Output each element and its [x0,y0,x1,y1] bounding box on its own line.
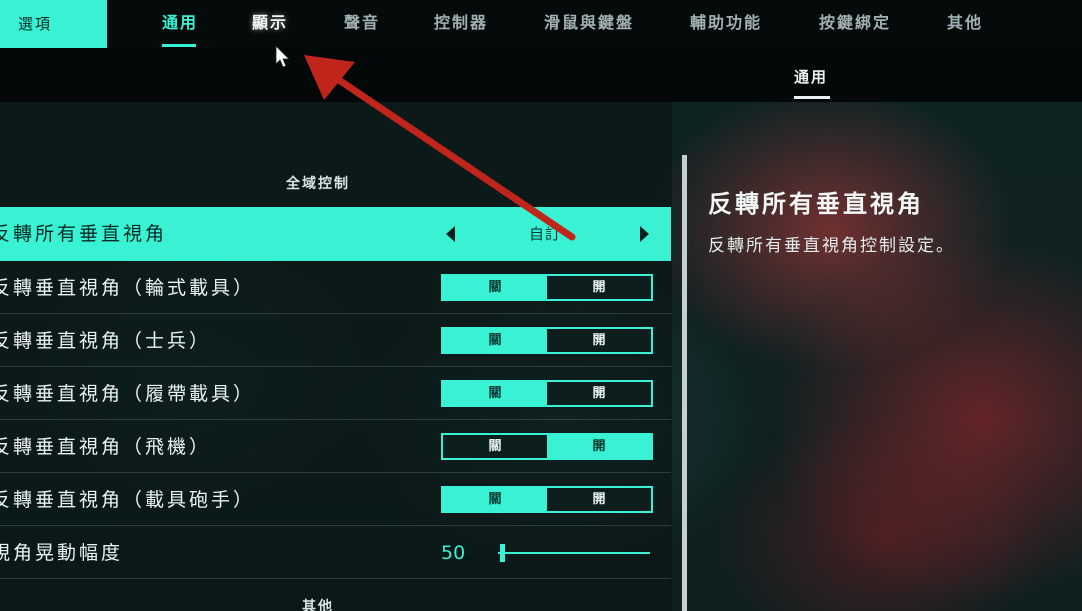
setting-label: 反轉所有垂直視角 [0,223,168,245]
toggle-off-option[interactable]: 關 [443,329,547,352]
slider-value: 50 [441,542,466,564]
setting-row-camera-shake[interactable]: 視角晃動幅度 50 [0,527,671,579]
toggle-off-on[interactable]: 關 開 [441,486,653,513]
setting-label: 反轉垂直視角（載具砲手） [0,489,256,511]
setting-label: 反轉垂直視角（輪式載具） [0,277,256,299]
setting-label: 視角晃動幅度 [0,542,124,564]
toggle-off-option[interactable]: 關 [443,488,547,511]
setting-row-invert-tracked[interactable]: 反轉垂直視角（履帶載具） 關 開 [0,368,671,420]
section-title-other: 其他 [302,599,334,611]
section-title-global: 全域控制 [286,176,350,192]
settings-screen: 選項 通用 顯示 聲音 控制器 滑鼠與鍵盤 輔助功能 按鍵綁定 其他 通用 全域… [0,0,1082,611]
selector-value: 自訂 [528,225,561,243]
tab-keybindings[interactable]: 按鍵綁定 [819,0,891,48]
toggle-off-on[interactable]: 關 開 [441,380,653,407]
description-title: 反轉所有垂直視角 [708,190,924,218]
slider-track[interactable] [498,552,650,554]
toggle-on-option[interactable]: 開 [547,276,651,299]
sub-nav: 通用 [0,48,1082,102]
tab-other[interactable]: 其他 [947,0,983,48]
setting-label: 反轉垂直視角（飛機） [0,436,212,458]
toggle-off-on[interactable]: 關 開 [441,327,653,354]
settings-panel: 全域控制 反轉所有垂直視角 自訂 反轉垂直視角（輪式載具） 關 開 反轉垂直視角… [0,102,672,611]
setting-row-invert-soldier[interactable]: 反轉垂直視角（士兵） 關 開 [0,315,671,367]
toggle-off-on[interactable]: 關 開 [441,433,653,460]
slider-thumb[interactable] [500,544,506,562]
toggle-off-option[interactable]: 關 [443,435,547,458]
toggle-off-option[interactable]: 關 [443,276,547,299]
tab-general[interactable]: 通用 [162,0,198,48]
setting-row-invert-all-vertical[interactable]: 反轉所有垂直視角 自訂 [0,207,671,261]
arrow-right-icon[interactable] [640,226,649,242]
toggle-on-option[interactable]: 開 [547,382,651,405]
toggle-on-option[interactable]: 開 [547,329,651,352]
toggle-on-option[interactable]: 開 [547,435,651,458]
setting-label: 反轉垂直視角（士兵） [0,330,212,352]
arrow-left-icon[interactable] [446,226,455,242]
toggle-on-option[interactable]: 開 [547,488,651,511]
options-tab[interactable]: 選項 [0,0,107,48]
top-nav: 選項 通用 顯示 聲音 控制器 滑鼠與鍵盤 輔助功能 按鍵綁定 其他 [0,0,1082,48]
setting-label: 反轉垂直視角（履帶載具） [0,383,256,405]
tab-audio[interactable]: 聲音 [344,0,380,48]
scrollbar[interactable] [682,155,687,611]
toggle-off-option[interactable]: 關 [443,382,547,405]
tab-accessibility[interactable]: 輔助功能 [690,0,762,48]
tab-controller[interactable]: 控制器 [434,0,488,48]
tab-mouse-keyboard[interactable]: 滑鼠與鍵盤 [544,0,634,48]
tab-display[interactable]: 顯示 [252,0,288,48]
setting-row-invert-wheeled[interactable]: 反轉垂直視角（輪式載具） 關 開 [0,262,671,314]
description-text: 反轉所有垂直視角控制設定。 [708,236,955,256]
toggle-off-on[interactable]: 關 開 [441,274,653,301]
subtab-general[interactable]: 通用 [794,66,831,99]
setting-row-invert-aircraft[interactable]: 反轉垂直視角（飛機） 關 開 [0,421,671,473]
setting-row-invert-gunner[interactable]: 反轉垂直視角（載具砲手） 關 開 [0,474,671,526]
